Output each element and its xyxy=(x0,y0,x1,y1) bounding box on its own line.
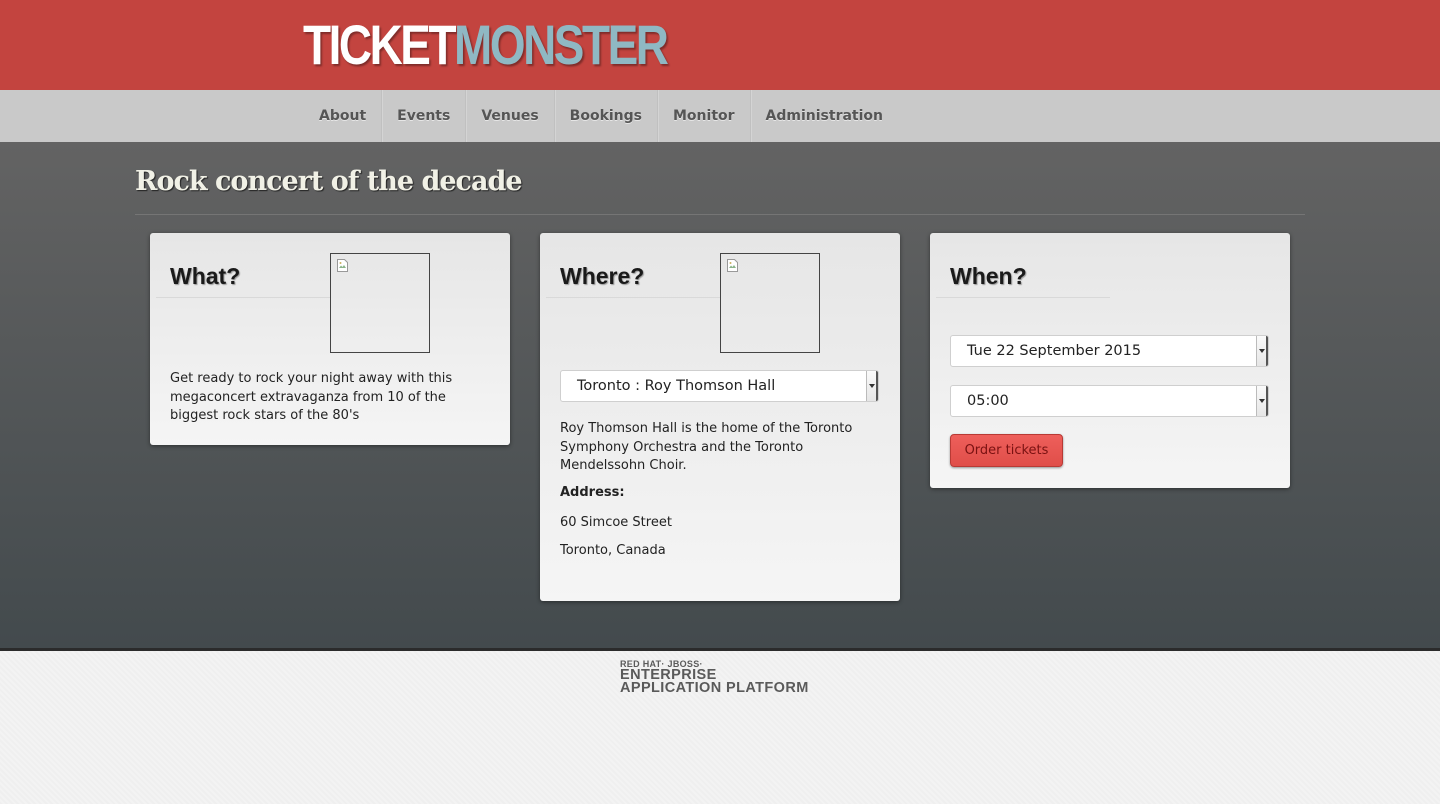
when-heading-divider xyxy=(936,297,1110,298)
chevron-down-icon[interactable] xyxy=(1256,336,1268,366)
date-select[interactable]: Tue 22 September 2015 xyxy=(950,335,1269,367)
main-content: Rock concert of the decade What? Get rea… xyxy=(0,142,1440,651)
venue-description: Roy Thomson Hall is the home of the Toro… xyxy=(560,421,853,473)
main-navbar: About Events Venues Bookings Monitor Adm… xyxy=(0,90,1440,143)
chevron-down-icon[interactable] xyxy=(866,371,878,401)
where-heading: Where? xyxy=(560,263,645,289)
when-heading: When? xyxy=(950,263,1027,289)
when-card: When? Tue 22 September 2015 05:00 Order … xyxy=(930,233,1290,488)
venue-select-value: Toronto : Roy Thomson Hall xyxy=(577,378,776,394)
logo-ticket: TICKET xyxy=(303,13,457,76)
where-heading-divider xyxy=(546,297,720,298)
page-title: Rock concert of the decade xyxy=(135,166,523,197)
address-city: Toronto, Canada xyxy=(560,543,666,558)
order-tickets-button[interactable]: Order tickets xyxy=(950,434,1063,467)
nav-monitor[interactable]: Monitor xyxy=(658,90,751,142)
site-header: TICKETMONSTER xyxy=(0,0,1440,90)
nav-list: About Events Venues Bookings Monitor Adm… xyxy=(304,90,898,142)
time-select-value: 05:00 xyxy=(967,393,1009,409)
chevron-down-icon[interactable] xyxy=(1256,386,1268,416)
date-select-value: Tue 22 September 2015 xyxy=(967,343,1142,359)
title-divider xyxy=(135,214,1305,215)
address-street: 60 Simcoe Street xyxy=(560,515,672,530)
jboss-eap-logo[interactable]: RED HAT· JBOSS· ENTERPRISE APPLICATION P… xyxy=(620,660,809,696)
what-heading-divider xyxy=(156,297,330,298)
ticketmonster-logo[interactable]: TICKETMONSTER xyxy=(303,13,669,76)
broken-image-icon xyxy=(337,259,348,272)
address-label: Address: xyxy=(560,485,625,500)
event-description: Get ready to rock your night away with t… xyxy=(170,371,453,423)
nav-events[interactable]: Events xyxy=(382,90,467,142)
time-select[interactable]: 05:00 xyxy=(950,385,1269,417)
nav-about[interactable]: About xyxy=(304,90,383,142)
site-footer: RED HAT· JBOSS· ENTERPRISE APPLICATION P… xyxy=(0,651,1440,804)
logo-monster: MONSTER xyxy=(454,13,669,76)
venue-image xyxy=(720,253,820,353)
nav-venues[interactable]: Venues xyxy=(466,90,555,142)
venue-select[interactable]: Toronto : Roy Thomson Hall xyxy=(560,370,879,402)
what-card: What? Get ready to rock your night away … xyxy=(150,233,510,445)
nav-bookings[interactable]: Bookings xyxy=(555,90,658,142)
broken-image-icon xyxy=(727,259,738,272)
event-image xyxy=(330,253,430,353)
where-card: Where? Toronto : Roy Thomson Hall Roy Th… xyxy=(540,233,900,601)
nav-administration[interactable]: Administration xyxy=(751,90,898,142)
footer-line-platform: APPLICATION PLATFORM xyxy=(620,680,809,696)
what-heading: What? xyxy=(170,263,241,289)
